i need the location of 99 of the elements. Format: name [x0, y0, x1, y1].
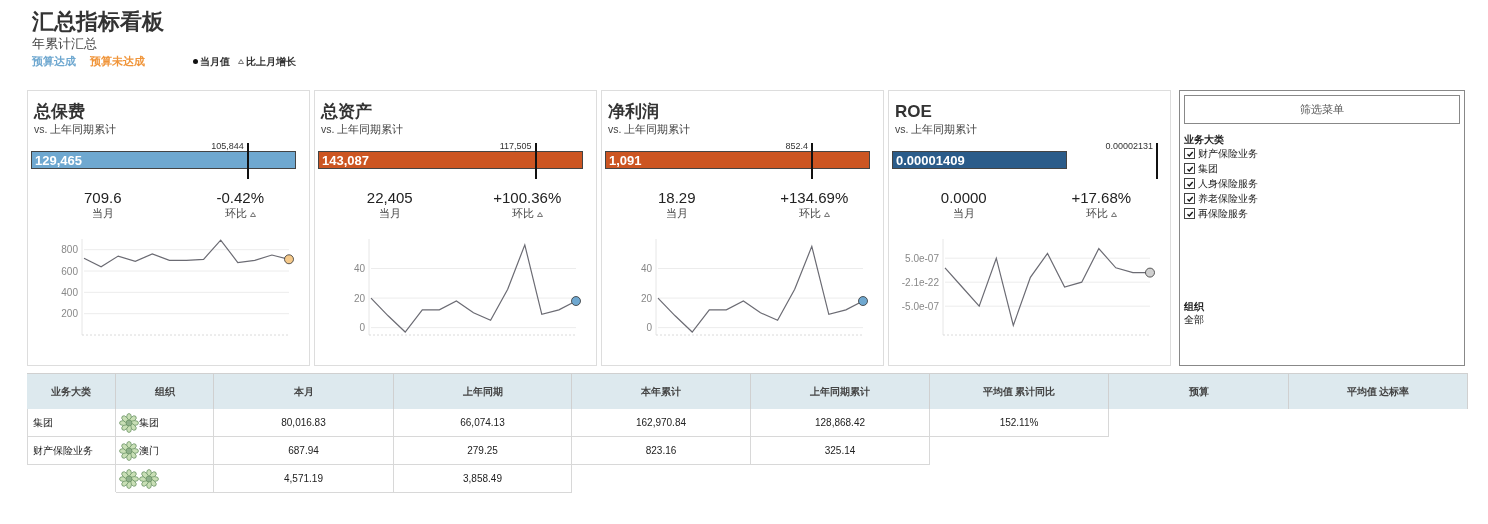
- metric-value: +17.68%: [1071, 189, 1132, 207]
- metric-label: 当月: [91, 207, 114, 221]
- table-cell: 80,016.83: [214, 409, 394, 437]
- axis-tick-label: 200: [61, 308, 78, 320]
- target-value: 117,505: [499, 141, 532, 151]
- card-subtitle: vs. 上年同期累计: [34, 123, 118, 136]
- checkbox[interactable]: [1184, 178, 1195, 189]
- metric-label: 环比: [1085, 207, 1108, 221]
- column-header: 组织: [116, 373, 214, 409]
- table-cell: 3,858.49: [394, 465, 572, 493]
- card-title: 净利润: [608, 101, 660, 123]
- table-cell: 823.16: [572, 437, 751, 465]
- checkbox[interactable]: [1184, 148, 1195, 159]
- column-header: 平均值 达标率: [1289, 373, 1468, 409]
- bar-value: 1,091: [608, 152, 642, 168]
- metric-value: -0.42%: [216, 189, 264, 207]
- filter-value[interactable]: 全部: [1184, 313, 1460, 327]
- metric-label: 当月: [378, 207, 401, 221]
- triangle-icon: [1110, 211, 1117, 217]
- table-cell: 澳门: [139, 443, 159, 458]
- axis-tick-label: -2.1e-22: [901, 276, 939, 288]
- target-value: 0.00002131: [1105, 141, 1153, 151]
- table-cell: 集团: [139, 415, 159, 430]
- axis-tick-label: 0: [359, 322, 365, 334]
- dashboard-subtitle: 年累计汇总: [32, 36, 98, 52]
- axis-tick-label: 40: [640, 263, 652, 275]
- legend-label: 预算达成: [32, 54, 76, 69]
- metric-value: +134.69%: [780, 189, 849, 207]
- target-value: 105,844: [211, 141, 244, 151]
- metric-label: 环比: [224, 207, 247, 221]
- checkbox-label: 再保险服务: [1198, 206, 1248, 221]
- axis-tick-label: 600: [61, 265, 78, 277]
- table-cell: 66,074.13: [394, 409, 572, 437]
- column-header: 上年同期: [394, 373, 572, 409]
- axis-tick-label: 0: [646, 322, 652, 334]
- card-subtitle: vs. 上年同期累计: [608, 123, 692, 136]
- table-cell: 152.11%: [930, 409, 1109, 437]
- triangle-icon: [238, 59, 244, 64]
- triangle-icon: [249, 211, 256, 217]
- checkbox[interactable]: [1184, 163, 1195, 174]
- axis-tick-label: 20: [640, 292, 652, 304]
- table-cell: 279.25: [394, 437, 572, 465]
- table-cell: 162,970.84: [572, 409, 751, 437]
- checkbox-label: 集团: [1198, 161, 1218, 176]
- column-header: 本月: [214, 373, 394, 409]
- card-title: 总保费: [34, 101, 86, 123]
- checkbox[interactable]: [1184, 193, 1195, 204]
- flower-icon: [119, 468, 139, 489]
- column-header: 本年累计: [572, 373, 751, 409]
- metric-value: 18.29: [657, 189, 696, 207]
- metric-label: 环比: [511, 207, 534, 221]
- column-header: 业务大类: [27, 373, 116, 409]
- axis-tick-label: 400: [61, 286, 78, 298]
- axis-tick-label: -5.0e-07: [901, 300, 939, 312]
- axis-tick-label: 40: [353, 263, 365, 275]
- checkbox-label: 养老保险业务: [1198, 191, 1258, 206]
- column-header: 平均值 累计同比: [930, 373, 1109, 409]
- checkbox-label: 财产保险业务: [1198, 146, 1258, 161]
- metric-value: 0.0000: [940, 189, 987, 207]
- flower-icon: [119, 440, 139, 461]
- checkbox[interactable]: [1184, 208, 1195, 219]
- bar-value: 143,087: [321, 152, 369, 168]
- filter-label: 组织: [1184, 301, 1205, 313]
- target-value: 852.4: [785, 141, 808, 151]
- metric-label: 环比: [798, 207, 821, 221]
- axis-tick-label: 20: [353, 292, 365, 304]
- bar-value: 129,465: [34, 152, 82, 168]
- metric-value: 22,405: [366, 189, 413, 207]
- table-cell: 128,868.42: [751, 409, 930, 437]
- card-subtitle: vs. 上年同期累计: [321, 123, 405, 136]
- axis-tick-label: 5.0e-07: [905, 252, 939, 264]
- metric-label: 当月: [952, 207, 975, 221]
- axis-tick-label: 800: [61, 244, 78, 256]
- metric-label: 当月: [665, 207, 688, 221]
- table-cell: 4,571.19: [214, 465, 394, 493]
- filter-menu-button[interactable]: 筛选菜单: [1184, 95, 1460, 124]
- flower-icon: [139, 468, 159, 489]
- metric-value: +100.36%: [493, 189, 562, 207]
- card-subtitle: vs. 上年同期累计: [895, 123, 979, 136]
- column-header: 上年同期累计: [751, 373, 930, 409]
- bar-value: 0.00001409: [895, 152, 965, 168]
- dashboard-title: 汇总指标看板: [32, 8, 165, 36]
- card-title: ROE: [895, 101, 933, 123]
- metric-value: 709.6: [83, 189, 122, 207]
- flower-icon: [119, 412, 139, 433]
- table-cell: 687.94: [214, 437, 394, 465]
- table-cell: 财产保险业务: [27, 437, 116, 465]
- triangle-icon: [823, 211, 830, 217]
- triangle-icon: [536, 211, 543, 217]
- checkbox-label: 人身保险服务: [1198, 176, 1258, 191]
- legend-label: 当月值: [200, 54, 230, 69]
- card-title: 总资产: [321, 101, 373, 123]
- legend-label: 比上月增长: [246, 54, 296, 69]
- filter-label: 业务大类: [1184, 134, 1225, 146]
- legend-label: 预算未达成: [90, 54, 145, 69]
- table-cell: 集团: [27, 409, 116, 437]
- dot-icon: [193, 59, 198, 64]
- table-cell: 325.14: [751, 437, 930, 465]
- column-header: 预算: [1109, 373, 1289, 409]
